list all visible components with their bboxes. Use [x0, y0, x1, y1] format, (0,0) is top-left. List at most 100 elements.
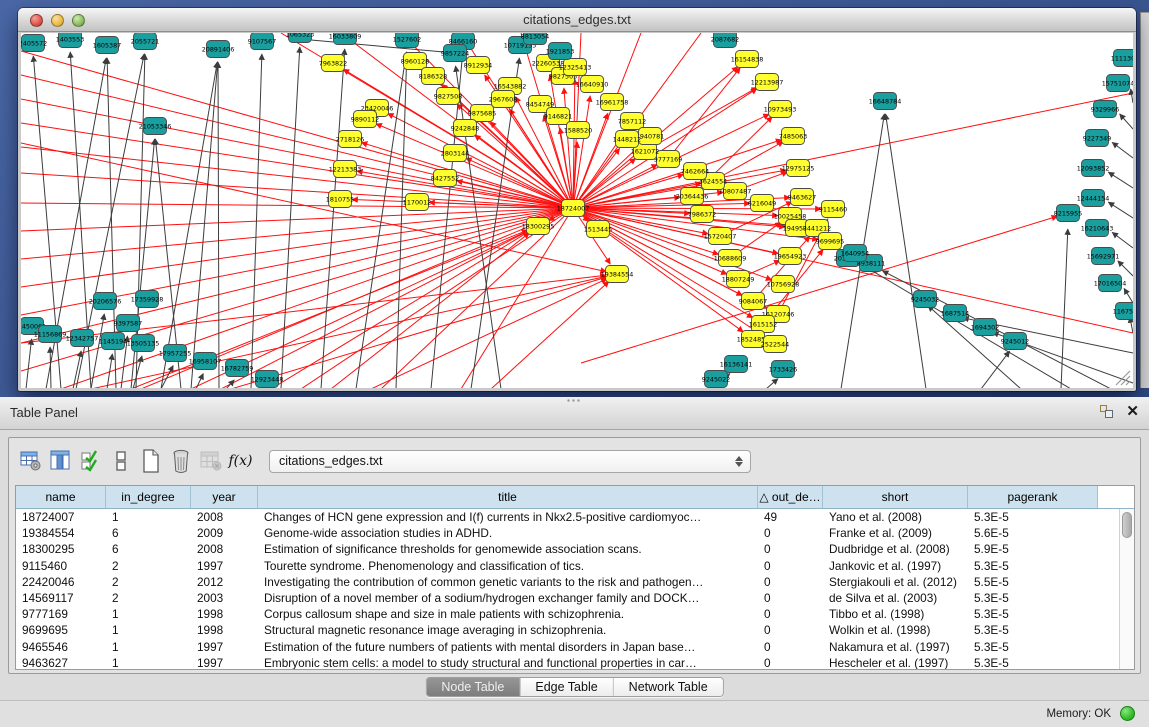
graph-node[interactable]: 2803144: [441, 145, 469, 162]
graph-node[interactable]: 9084067: [739, 293, 767, 310]
table-cell[interactable]: Disruption of a novel member of a sodium…: [258, 590, 758, 606]
graph-node[interactable]: 1065323: [286, 33, 314, 43]
graph-node[interactable]: 1513445: [584, 221, 612, 238]
graph-node[interactable]: 1588520: [564, 122, 592, 139]
table-cell[interactable]: 5.3E-5: [968, 639, 1098, 655]
table-cell[interactable]: 18724007: [16, 509, 106, 525]
table-row[interactable]: 969969511998Structural magnetic resonanc…: [16, 622, 1119, 638]
table-cell[interactable]: Embryonic stem cells: a model to study s…: [258, 655, 758, 669]
table-cell[interactable]: 5.3E-5: [968, 606, 1098, 622]
graph-node[interactable]: 1810755: [326, 191, 354, 208]
table-cell[interactable]: 0: [758, 655, 823, 669]
table-row[interactable]: 946362711997Embryonic stem cells: a mode…: [16, 655, 1119, 669]
graph-node[interactable]: 16961758: [596, 94, 629, 111]
network-graph[interactable]: 1872400779638228960128891293422260538982…: [21, 33, 1133, 388]
graph-node[interactable]: 2718126: [336, 131, 364, 148]
table-cell[interactable]: Dudbridge et al. (2008): [823, 541, 968, 557]
tab-node-table[interactable]: Node Table: [426, 678, 520, 696]
row-edit-icon[interactable]: [77, 448, 104, 475]
graph-node[interactable]: 12213987: [751, 74, 784, 91]
window-titlebar[interactable]: citations_edges.txt: [18, 8, 1136, 32]
graph-node[interactable]: 9245032: [911, 291, 939, 308]
table-cell[interactable]: 5.3E-5: [968, 558, 1098, 574]
graph-node[interactable]: 7963822: [319, 55, 347, 72]
graph-node[interactable]: 12093852: [1077, 160, 1110, 177]
table-cell[interactable]: 1: [106, 655, 191, 669]
graph-node[interactable]: 16154838: [731, 51, 764, 68]
graph-node[interactable]: 16136141: [720, 356, 753, 373]
graph-node[interactable]: 9329966: [1091, 101, 1119, 118]
graph-node[interactable]: 19384554: [601, 266, 634, 283]
table-row[interactable]: 2242004622012Investigating the contribut…: [16, 574, 1119, 590]
graph-node[interactable]: 2405572: [21, 35, 47, 52]
column-header[interactable]: △ out_de…: [758, 486, 823, 508]
graph-node[interactable]: 2055721: [131, 33, 159, 50]
network-window[interactable]: citations_edges.txt 18724007796382289601…: [18, 8, 1136, 391]
column-header[interactable]: name: [16, 486, 106, 508]
graph-node[interactable]: 1615152: [749, 316, 777, 333]
table-cell[interactable]: 19384554: [16, 525, 106, 541]
graph-node[interactable]: 20206576: [89, 293, 122, 310]
graph-node[interactable]: 8215955: [1054, 205, 1082, 222]
table-cell[interactable]: 5.3E-5: [968, 622, 1098, 638]
table-cell[interactable]: Jankovic et al. (1997): [823, 558, 968, 574]
table-header-row[interactable]: namein_degreeyeartitle△ out_de…shortpage…: [16, 486, 1134, 509]
table-cell[interactable]: 9465546: [16, 639, 106, 655]
graph-node[interactable]: 16958107: [189, 353, 222, 370]
table-options-icon[interactable]: [17, 448, 44, 475]
table-cell[interactable]: Estimation of significance thresholds fo…: [258, 541, 758, 557]
table-cell[interactable]: 5.6E-5: [968, 525, 1098, 541]
table-cell[interactable]: 0: [758, 622, 823, 638]
graph-node[interactable]: 1145194: [99, 333, 127, 350]
table-cell[interactable]: 2009: [191, 525, 258, 541]
graph-node[interactable]: 21053346: [139, 118, 172, 135]
graph-node[interactable]: 2087682: [711, 33, 739, 48]
graph-node[interactable]: 1694302: [971, 319, 999, 336]
table-row[interactable]: 1938455462009Genome-wide association stu…: [16, 525, 1119, 541]
table-cell[interactable]: de Silva et al. (2003): [823, 590, 968, 606]
table-cell[interactable]: 9115460: [16, 558, 106, 574]
graph-node[interactable]: 1448212: [613, 131, 641, 148]
graph-node[interactable]: 12342757: [66, 330, 99, 347]
graph-node[interactable]: 12213383: [329, 161, 362, 178]
column-header[interactable]: year: [191, 486, 258, 508]
table-cell[interactable]: 5.3E-5: [968, 655, 1098, 669]
graph-node[interactable]: 1111304: [1111, 50, 1133, 67]
paste-icon[interactable]: [107, 448, 134, 475]
table-cell[interactable]: 18300295: [16, 541, 106, 557]
table-cell[interactable]: 1998: [191, 622, 258, 638]
table-panel-header[interactable]: Table Panel ✕: [0, 397, 1149, 430]
table-cell[interactable]: 5.9E-5: [968, 541, 1098, 557]
graph-node[interactable]: 1687514: [941, 305, 969, 322]
table-cell[interactable]: 5.3E-5: [968, 590, 1098, 606]
table-cell[interactable]: Investigating the contribution of common…: [258, 574, 758, 590]
table-cell[interactable]: 2: [106, 558, 191, 574]
table-cell[interactable]: 1: [106, 509, 191, 525]
table-cell[interactable]: Nakamura et al. (1997): [823, 639, 968, 655]
table-cell[interactable]: 2008: [191, 509, 258, 525]
graph-node[interactable]: 16210643: [1081, 220, 1114, 237]
graph-node[interactable]: 17957255: [159, 345, 192, 362]
table-selector-dropdown[interactable]: citations_edges.txt: [269, 450, 751, 473]
graph-node[interactable]: 9890112: [351, 111, 379, 128]
table-cell[interactable]: 5.3E-5: [968, 509, 1098, 525]
graph-node[interactable]: 9699695: [816, 233, 844, 250]
table-cell[interactable]: 1: [106, 606, 191, 622]
graph-node[interactable]: 9397587: [114, 315, 142, 332]
table-cell[interactable]: Corpus callosum shape and size in male p…: [258, 606, 758, 622]
graph-node[interactable]: 15751074: [1102, 75, 1133, 92]
graph-node[interactable]: 12444154: [1077, 190, 1110, 207]
table-cell[interactable]: Estimation of the future numbers of pati…: [258, 639, 758, 655]
table-cell[interactable]: 0: [758, 541, 823, 557]
table-cell[interactable]: 0: [758, 590, 823, 606]
panel-drag-handle[interactable]: [566, 398, 582, 404]
table-cell[interactable]: 1: [106, 639, 191, 655]
table-cell[interactable]: Yano et al. (2008): [823, 509, 968, 525]
table-cell[interactable]: Tourette syndrome. Phenomenology and cla…: [258, 558, 758, 574]
graph-node[interactable]: 1403553: [56, 33, 84, 48]
graph-node[interactable]: 10756928: [767, 276, 800, 293]
graph-node[interactable]: 2967608: [489, 91, 517, 108]
graph-node[interactable]: 9463627: [788, 189, 816, 206]
table-cell[interactable]: 0: [758, 606, 823, 622]
graph-node[interactable]: 18724007: [557, 200, 590, 217]
